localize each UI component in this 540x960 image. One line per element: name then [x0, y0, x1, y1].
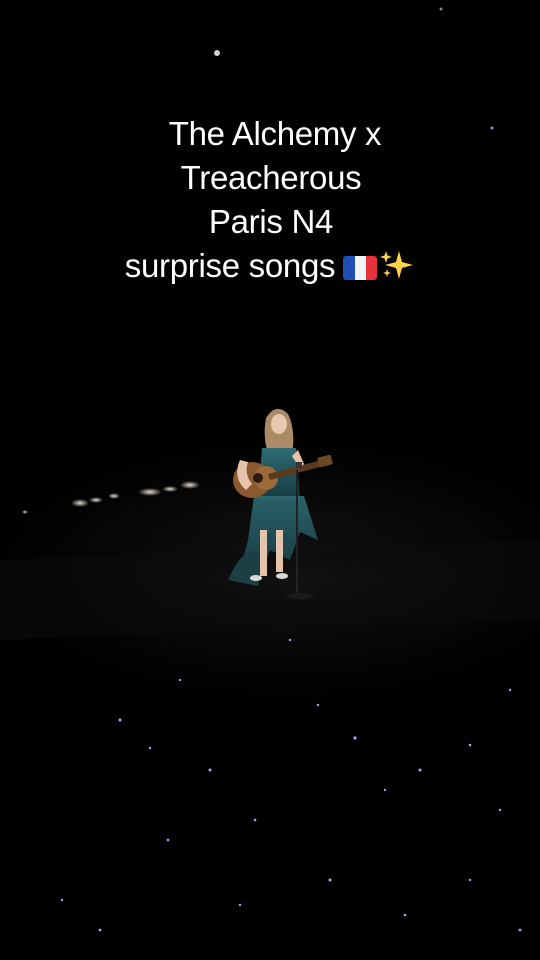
caption-line-4-text: surprise songs	[124, 247, 336, 284]
video-frame: The Alchemy x Treacherous Paris N4 surpr…	[0, 0, 540, 960]
caption-line-1: The Alchemy x	[168, 115, 382, 152]
french-flag-icon	[343, 256, 378, 280]
caption-line-4: surprise songs	[0, 244, 540, 288]
sparkles-icon	[380, 251, 414, 279]
background-lights	[22, 481, 200, 514]
caption-line-3: Paris N4	[208, 203, 334, 240]
caption-line-2: Treacherous	[180, 159, 362, 196]
video-caption: The Alchemy x Treacherous Paris N4 surpr…	[0, 112, 540, 288]
